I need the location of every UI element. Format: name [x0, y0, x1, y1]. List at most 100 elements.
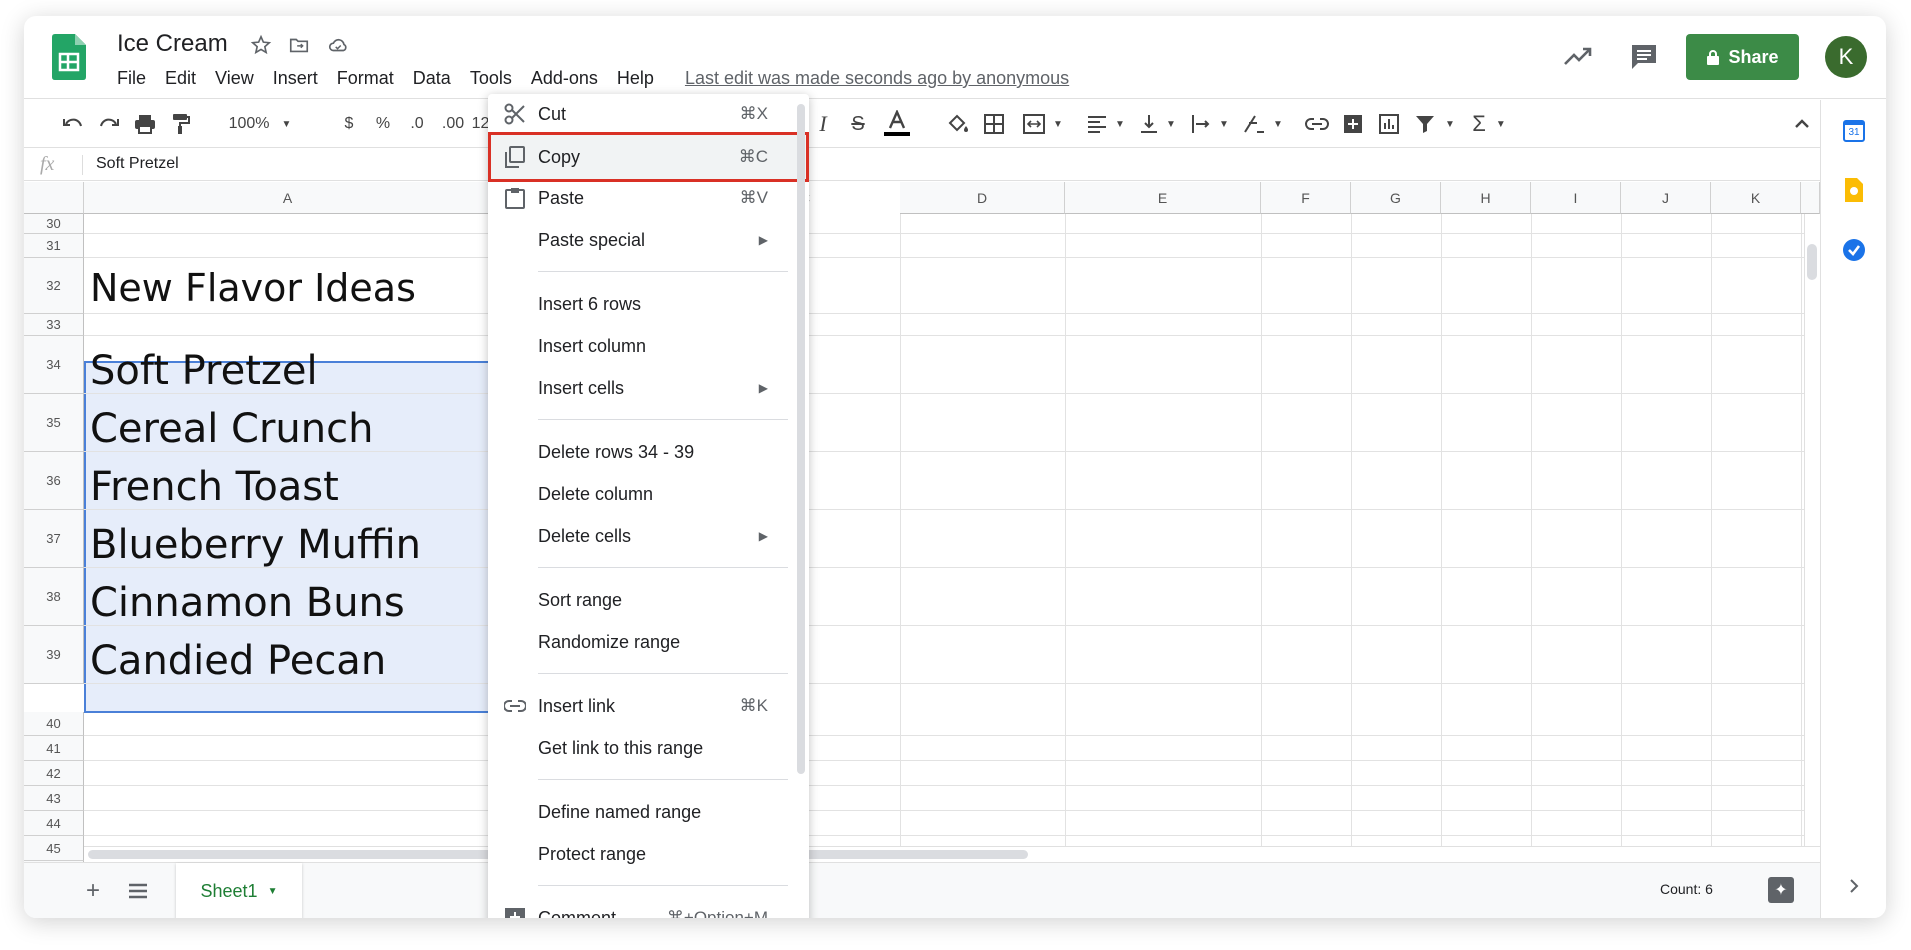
text-rotation-button[interactable]: ▼: [1238, 100, 1288, 148]
horizontal-align-button[interactable]: ▼: [1082, 100, 1130, 148]
row-header[interactable]: 44: [24, 811, 84, 836]
menu-item-define-named-range[interactable]: Define named range: [488, 792, 798, 832]
chevron-right-icon[interactable]: [1849, 878, 1859, 894]
avatar[interactable]: K: [1825, 36, 1867, 78]
selection-count[interactable]: Count: 6: [1660, 881, 1713, 897]
table-row[interactable]: [84, 336, 1820, 394]
cell-a35[interactable]: Cereal Crunch: [90, 406, 373, 452]
italic-button[interactable]: I: [810, 100, 836, 148]
row-header[interactable]: 32: [24, 258, 84, 314]
last-edit-link[interactable]: Last edit was made seconds ago by anonym…: [685, 68, 1069, 89]
menu-item-paste-special[interactable]: Paste special ▶: [488, 220, 798, 260]
add-sheet-icon[interactable]: +: [86, 877, 100, 905]
text-color-button[interactable]: [880, 100, 914, 148]
menu-item-insert-link[interactable]: Insert link ⌘K: [488, 686, 798, 726]
explore-button[interactable]: ✦: [1768, 877, 1794, 903]
table-row[interactable]: [84, 761, 1820, 786]
column-header-f[interactable]: F: [1261, 182, 1351, 214]
activity-trend-icon[interactable]: [1563, 44, 1593, 70]
cell-a34[interactable]: Soft Pretzel: [90, 348, 318, 394]
row-header[interactable]: 37: [24, 510, 84, 568]
functions-button[interactable]: Σ ▼: [1464, 100, 1514, 148]
decrease-decimal-button[interactable]: .0: [404, 100, 430, 148]
column-header-g[interactable]: G: [1351, 182, 1441, 214]
row-header[interactable]: 38: [24, 568, 84, 626]
undo-button[interactable]: [56, 100, 90, 148]
insert-chart-button[interactable]: [1374, 100, 1404, 148]
formula-input[interactable]: Soft Pretzel: [96, 155, 179, 173]
row-header[interactable]: 34: [24, 336, 84, 394]
menu-edit[interactable]: Edit: [165, 68, 196, 89]
menu-insert[interactable]: Insert: [273, 68, 318, 89]
menu-item-delete-column[interactable]: Delete column: [488, 474, 798, 514]
menu-item-get-link[interactable]: Get link to this range: [488, 728, 798, 768]
column-header-d[interactable]: D: [900, 182, 1065, 214]
row-header[interactable]: 43: [24, 786, 84, 811]
menu-file[interactable]: File: [117, 68, 146, 89]
column-header-j[interactable]: J: [1621, 182, 1711, 214]
cell-a37[interactable]: Blueberry Muffin: [90, 522, 421, 568]
filter-button[interactable]: ▼: [1410, 100, 1460, 148]
vertical-align-button[interactable]: ▼: [1134, 100, 1182, 148]
borders-button[interactable]: [978, 100, 1010, 148]
row-header[interactable]: 45: [24, 836, 84, 861]
sheets-logo-icon[interactable]: [52, 34, 86, 80]
collapse-toolbar-button[interactable]: [1788, 100, 1816, 148]
keep-icon[interactable]: [1843, 178, 1865, 204]
column-header-k[interactable]: K: [1711, 182, 1801, 214]
vertical-scrollbar-track[interactable]: [1804, 214, 1820, 846]
menu-item-paste[interactable]: Paste ⌘V: [488, 178, 798, 218]
column-header-h[interactable]: H: [1441, 182, 1531, 214]
table-row[interactable]: [84, 736, 1820, 761]
cell-a32[interactable]: New Flavor Ideas: [90, 266, 416, 310]
zoom-select[interactable]: 100% ▼: [220, 100, 300, 148]
select-all-corner[interactable]: [24, 182, 84, 214]
comments-icon[interactable]: [1629, 42, 1659, 72]
column-header-i[interactable]: I: [1531, 182, 1621, 214]
menu-tools[interactable]: Tools: [470, 68, 512, 89]
currency-format-button[interactable]: $: [336, 100, 362, 148]
table-row[interactable]: [84, 452, 1820, 510]
all-sheets-icon[interactable]: [128, 883, 148, 899]
menu-item-insert-cells[interactable]: Insert cells ▶: [488, 368, 798, 408]
table-row[interactable]: [84, 786, 1820, 811]
column-header-e[interactable]: E: [1065, 182, 1261, 214]
menu-help[interactable]: Help: [617, 68, 654, 89]
merge-cells-button[interactable]: ▼: [1014, 100, 1072, 148]
row-header[interactable]: 39: [24, 626, 84, 684]
menu-item-cut[interactable]: Cut ⌘X: [488, 94, 798, 134]
table-row[interactable]: [84, 214, 1820, 234]
row-header[interactable]: 36: [24, 452, 84, 510]
sheet-tab[interactable]: Sheet1 ▼: [176, 863, 302, 918]
menu-item-sort-range[interactable]: Sort range: [488, 580, 798, 620]
row-header[interactable]: 31: [24, 234, 84, 258]
table-row[interactable]: [84, 314, 1820, 336]
menu-view[interactable]: View: [215, 68, 254, 89]
insert-link-button[interactable]: [1300, 100, 1334, 148]
fill-color-button[interactable]: [942, 100, 974, 148]
vertical-scrollbar-thumb[interactable]: [1807, 244, 1817, 280]
cell-a36[interactable]: French Toast: [90, 464, 339, 510]
menu-item-protect-range[interactable]: Protect range: [488, 834, 798, 874]
menu-addons[interactable]: Add-ons: [531, 68, 598, 89]
insert-comment-button[interactable]: [1338, 100, 1368, 148]
table-row[interactable]: [84, 712, 1820, 736]
document-title[interactable]: Ice Cream: [117, 30, 228, 58]
menu-item-randomize-range[interactable]: Randomize range: [488, 622, 798, 662]
table-row[interactable]: [84, 811, 1820, 836]
menu-item-delete-cells[interactable]: Delete cells ▶: [488, 516, 798, 556]
row-header[interactable]: 30: [24, 214, 84, 234]
row-header[interactable]: 35: [24, 394, 84, 452]
calendar-icon[interactable]: 31: [1843, 120, 1865, 142]
text-wrap-button[interactable]: ▼: [1186, 100, 1234, 148]
star-icon[interactable]: [250, 34, 272, 56]
paint-format-button[interactable]: [164, 100, 198, 148]
menu-item-copy[interactable]: Copy ⌘C: [488, 132, 809, 182]
menu-item-comment[interactable]: Comment ⌘+Option+M: [488, 898, 798, 918]
share-button[interactable]: Share: [1686, 34, 1799, 80]
menu-item-delete-rows[interactable]: Delete rows 34 - 39: [488, 432, 798, 472]
menu-data[interactable]: Data: [413, 68, 451, 89]
redo-button[interactable]: [92, 100, 126, 148]
percent-format-button[interactable]: %: [370, 100, 396, 148]
column-header-a[interactable]: A: [84, 182, 492, 214]
